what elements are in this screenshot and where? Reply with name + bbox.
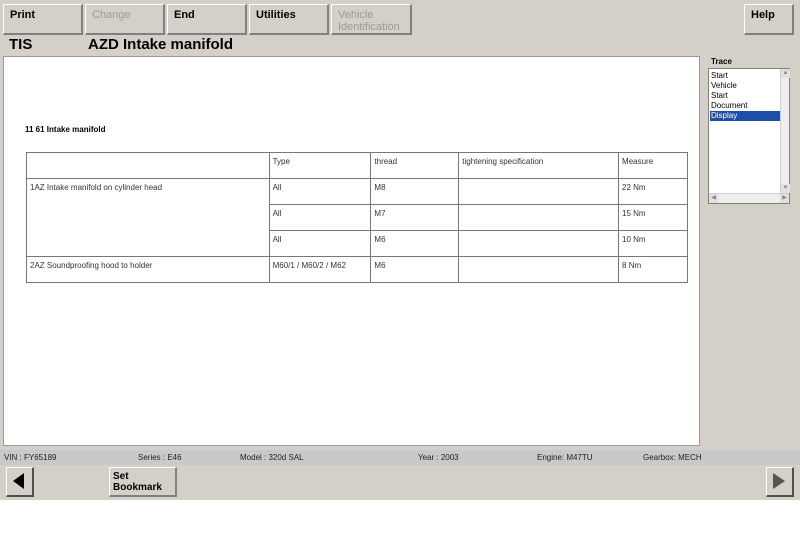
table-cell-measure: 15 Nm xyxy=(618,204,688,231)
engine-text: Engine: M47TU xyxy=(537,453,593,462)
table-cell-measure: 8 Nm xyxy=(618,256,688,283)
scroll-right-icon[interactable]: ▶ xyxy=(780,194,789,203)
document-pane: 11 61 Intake manifold Type thread tighte… xyxy=(3,56,700,446)
help-button[interactable]: Help xyxy=(744,4,794,35)
change-label: Change xyxy=(92,9,131,21)
table-cell-spec xyxy=(458,230,620,257)
table-cell-thread: M6 xyxy=(370,230,460,257)
table-cell-type: M60/1 / M60/2 / M62 xyxy=(268,256,372,283)
arrow-left-icon xyxy=(13,473,24,489)
bookmark-label-line1: Set xyxy=(113,471,129,482)
back-button[interactable] xyxy=(6,467,34,497)
scroll-up-icon[interactable]: ▲ xyxy=(781,69,790,78)
app-title: TIS xyxy=(9,36,33,53)
vehicle-identification-button[interactable]: Vehicle Identification xyxy=(331,4,412,35)
end-button[interactable]: End xyxy=(167,4,247,35)
table-cell-thread: M8 xyxy=(370,178,460,205)
table-cell-item: 2AZ Soundproofing hood to holder xyxy=(26,256,270,283)
trace-label: Trace xyxy=(711,57,732,66)
forward-button[interactable] xyxy=(766,467,794,497)
print-button[interactable]: Print xyxy=(3,4,83,35)
print-label: Print xyxy=(10,9,36,21)
year-text: Year : 2003 xyxy=(418,453,459,462)
trace-item[interactable]: Start xyxy=(710,71,781,81)
table-row: 2AZ Soundproofing hood to holder M60/1 /… xyxy=(26,256,688,283)
vehicle-id-label-line2: Identification xyxy=(338,21,400,33)
table-header: Type xyxy=(268,152,372,179)
series-text: Series : E46 xyxy=(138,453,182,462)
torque-spec-table: Type thread tightening specification Mea… xyxy=(26,152,688,283)
table-header: Measure xyxy=(618,152,688,179)
table-cell-thread: M7 xyxy=(370,204,460,231)
trace-list[interactable]: Start Vehicle Start Document Display ▲ ▼… xyxy=(708,68,790,204)
utilities-label: Utilities xyxy=(256,9,296,21)
section-title: 11 61 Intake manifold xyxy=(25,125,106,134)
table-cell-measure: 22 Nm xyxy=(618,178,688,205)
table-cell-measure: 10 Nm xyxy=(618,230,688,257)
table-cell-spec xyxy=(458,256,620,283)
help-label: Help xyxy=(751,9,775,21)
scroll-down-icon[interactable]: ▼ xyxy=(781,184,790,193)
table-cell-spec xyxy=(458,178,620,205)
table-header xyxy=(26,152,270,179)
utilities-button[interactable]: Utilities xyxy=(249,4,329,35)
set-bookmark-button[interactable]: Set Bookmark xyxy=(109,467,177,497)
change-button[interactable]: Change xyxy=(85,4,165,35)
trace-items: Start Vehicle Start Document Display xyxy=(710,71,781,121)
table-cell-thread: M6 xyxy=(370,256,460,283)
table-cell-item: 1AZ Intake manifold on cylinder head xyxy=(26,178,270,257)
table-cell-type: All xyxy=(268,230,372,257)
trace-vertical-scrollbar[interactable]: ▲ ▼ xyxy=(780,69,790,193)
arrow-right-icon xyxy=(773,473,785,489)
table-header-row: Type thread tightening specification Mea… xyxy=(26,152,688,179)
document-title: AZD Intake manifold xyxy=(88,36,234,53)
trace-horizontal-scrollbar[interactable]: ◀ ▶ xyxy=(709,193,789,203)
table-cell-type: All xyxy=(268,178,372,205)
vehicle-id-label-line1: Vehicle xyxy=(338,9,374,21)
tis-window: Print Change End Utilities Vehicle Ident… xyxy=(0,0,800,500)
table-cell-type: All xyxy=(268,204,372,231)
vin-text: VIN : FY65189 xyxy=(4,453,57,462)
table-row: 1AZ Intake manifold on cylinder head All… xyxy=(26,178,688,257)
trace-item-selected[interactable]: Display xyxy=(710,111,781,121)
trace-item[interactable]: Vehicle xyxy=(710,81,781,91)
bookmark-label-line2: Bookmark xyxy=(113,482,162,493)
scroll-left-icon[interactable]: ◀ xyxy=(709,194,718,203)
table-cell-spec xyxy=(458,204,620,231)
model-text: Model : 320d SAL xyxy=(240,453,304,462)
vehicle-info-bar: VIN : FY65189 Series : E46 Model : 320d … xyxy=(0,450,800,465)
gearbox-text: Gearbox: MECH xyxy=(643,453,702,462)
table-header: tightening specification xyxy=(458,152,620,179)
trace-item[interactable]: Start xyxy=(710,91,781,101)
end-label: End xyxy=(174,9,195,21)
table-header: thread xyxy=(370,152,460,179)
trace-item[interactable]: Document xyxy=(710,101,781,111)
